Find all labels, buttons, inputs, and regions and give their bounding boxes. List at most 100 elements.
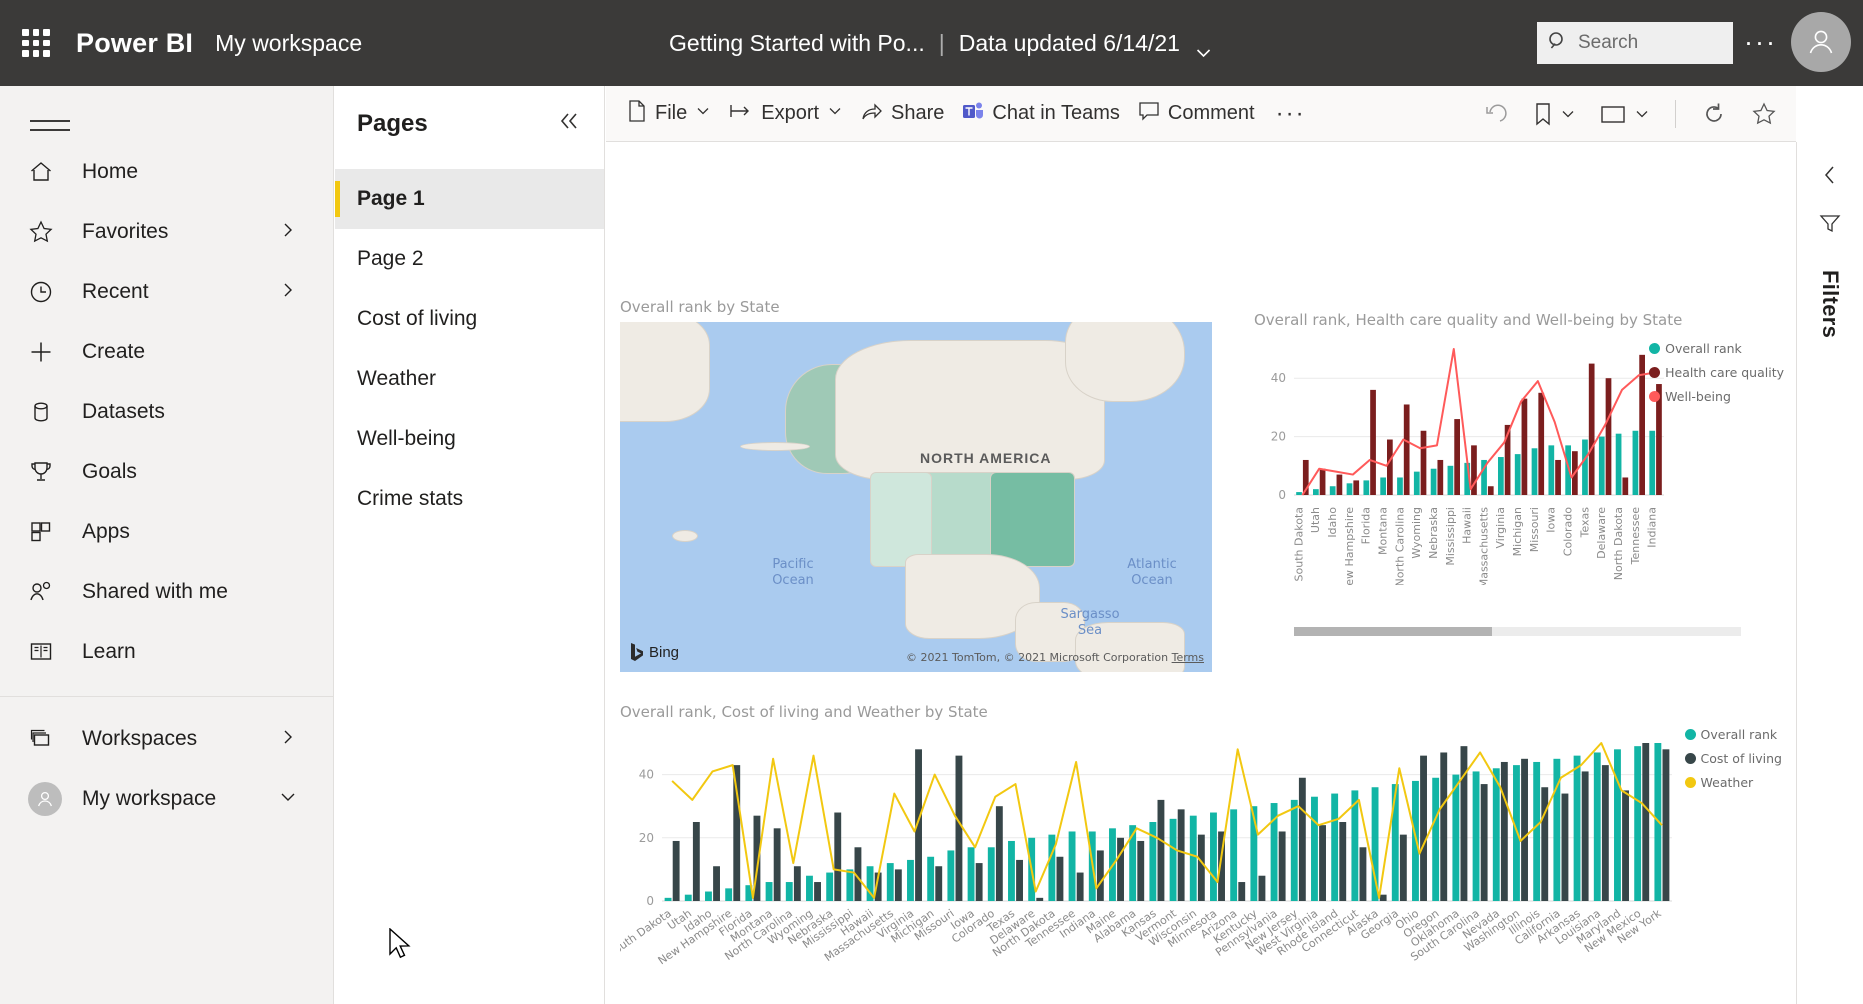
chart-bar[interactable] <box>1230 809 1238 901</box>
hamburger-menu-icon[interactable] <box>30 108 70 142</box>
chart-bar[interactable] <box>1096 850 1104 901</box>
sidebar-item-create[interactable]: Create <box>0 322 333 382</box>
chart-bar[interactable] <box>1430 468 1437 495</box>
sidebar-item-apps[interactable]: Apps <box>0 502 333 562</box>
chart-bar[interactable] <box>1454 419 1460 495</box>
page-item-well-being[interactable]: Well-being <box>335 409 604 469</box>
chart-bar[interactable] <box>894 869 902 901</box>
chart-bar[interactable] <box>1480 784 1488 901</box>
chart-bar[interactable] <box>806 875 813 901</box>
sidebar-item-shared-with-me[interactable]: Shared with me <box>0 562 333 622</box>
chat-in-teams-button[interactable]: Chat in Teams <box>953 93 1128 135</box>
chart-bar[interactable] <box>1056 856 1064 901</box>
chart-bar[interactable] <box>1296 492 1302 495</box>
chart-bar[interactable] <box>1036 897 1044 901</box>
chart-bar[interactable] <box>765 882 773 901</box>
filter-funnel-icon[interactable] <box>1818 211 1842 240</box>
export-button[interactable]: Export <box>720 93 852 135</box>
chart-bar[interactable] <box>1548 445 1555 495</box>
chart-bar[interactable] <box>1363 480 1370 495</box>
chart-bar[interactable] <box>1561 793 1569 901</box>
page-item-weather[interactable]: Weather <box>335 349 604 409</box>
chart-bar[interactable] <box>1460 746 1468 901</box>
chart-bar[interactable] <box>1538 392 1545 495</box>
chart-bar[interactable] <box>935 866 943 901</box>
chart-bar[interactable] <box>1319 468 1326 495</box>
chart-bar[interactable] <box>1210 812 1217 901</box>
chart-bar[interactable] <box>1588 363 1595 495</box>
chart-bar[interactable] <box>1399 834 1407 901</box>
chart-bar[interactable] <box>1541 787 1549 901</box>
chart-bar[interactable] <box>1500 761 1508 901</box>
chart-bar[interactable] <box>1447 465 1454 495</box>
chart-bar[interactable] <box>664 897 672 901</box>
chart1-horizontal-scrollbar[interactable] <box>1294 627 1741 636</box>
chart-bar[interactable] <box>1412 780 1419 901</box>
chart-bar[interactable] <box>1157 799 1165 901</box>
chart-bar[interactable] <box>1403 404 1410 495</box>
page-item-crime-stats[interactable]: Crime stats <box>335 469 604 529</box>
chart-overall-cost-weather[interactable]: Overall rank, Cost of living and Weather… <box>606 703 1784 1002</box>
chart-bar[interactable] <box>1498 457 1504 495</box>
chart-bar[interactable] <box>713 866 720 901</box>
map-terms-link[interactable]: Terms <box>1172 651 1204 664</box>
legend-item[interactable]: Overall rank <box>1649 341 1784 356</box>
chart-bar[interactable] <box>725 888 733 901</box>
sidebar-item-goals[interactable]: Goals <box>0 442 333 502</box>
chart-bar[interactable] <box>1076 872 1084 901</box>
chart-bar[interactable] <box>1632 430 1639 495</box>
comment-button[interactable]: Comment <box>1129 93 1264 135</box>
chart-bar[interactable] <box>1531 448 1538 495</box>
chart-bar[interactable] <box>1197 834 1205 901</box>
chart-bar[interactable] <box>1117 837 1124 901</box>
chart-bar[interactable] <box>975 863 983 901</box>
chevron-down-icon[interactable] <box>279 788 297 811</box>
chart-bar[interactable] <box>987 847 995 901</box>
view-icon[interactable] <box>1591 93 1659 135</box>
chart-bar[interactable] <box>1622 790 1629 901</box>
chart-bar[interactable] <box>1472 771 1480 901</box>
sidebar-item-datasets[interactable]: Datasets <box>0 382 333 442</box>
chevron-down-icon[interactable] <box>827 103 843 124</box>
chart-bar[interactable] <box>1605 378 1612 495</box>
page-item-page-2[interactable]: Page 2 <box>335 229 604 289</box>
legend-item[interactable]: Cost of living <box>1684 751 1782 766</box>
chart-bar[interactable] <box>1492 768 1500 901</box>
chart-bar[interactable] <box>1370 389 1376 495</box>
workspace-name-label[interactable]: My workspace <box>215 30 362 57</box>
chart-bar[interactable] <box>846 869 854 901</box>
chart-bar[interactable] <box>1634 746 1642 901</box>
chart-bar[interactable] <box>1420 430 1427 495</box>
chart-bar[interactable] <box>1533 761 1541 901</box>
report-title[interactable]: Getting Started with Po... <box>669 30 925 57</box>
chart-bar[interactable] <box>907 859 914 901</box>
chart-bar[interactable] <box>1331 793 1339 901</box>
sidebar-item-recent[interactable]: Recent <box>0 262 333 322</box>
chart-bar[interactable] <box>1336 474 1343 495</box>
page-item-cost-of-living[interactable]: Cost of living <box>335 289 604 349</box>
chart-bar[interactable] <box>1189 815 1197 901</box>
legend-item[interactable]: Health care quality <box>1649 365 1784 380</box>
chart-bar[interactable] <box>705 891 712 901</box>
bookmark-icon[interactable] <box>1525 93 1585 135</box>
filters-pane-collapsed[interactable]: Filters <box>1796 142 1863 1004</box>
chart-bar[interactable] <box>834 812 842 901</box>
chart-bar[interactable] <box>1387 439 1393 495</box>
search-input[interactable]: Search <box>1537 22 1733 64</box>
waffle-grid-icon[interactable] <box>18 25 54 61</box>
chart-bar[interactable] <box>1371 787 1379 901</box>
reset-icon[interactable] <box>1475 93 1519 135</box>
chevron-right-icon[interactable] <box>279 728 297 751</box>
powerbi-brand-label[interactable]: Power BI <box>76 28 193 59</box>
bing-map[interactable]: NORTH AMERICA Pacific Ocean Atlantic Ocean… <box>620 322 1212 672</box>
chart-bar[interactable] <box>1353 480 1360 495</box>
chart-bar[interactable] <box>785 882 793 901</box>
double-chevron-left-icon[interactable] <box>556 108 582 139</box>
chart-bar[interactable] <box>1319 825 1326 901</box>
chevron-right-icon[interactable] <box>279 221 297 244</box>
chart-bar[interactable] <box>1258 875 1266 901</box>
chart-bar[interactable] <box>947 850 955 901</box>
chart-bar[interactable] <box>967 847 975 901</box>
chart-bar[interactable] <box>1420 755 1427 901</box>
chart-bar[interactable] <box>1278 831 1286 901</box>
